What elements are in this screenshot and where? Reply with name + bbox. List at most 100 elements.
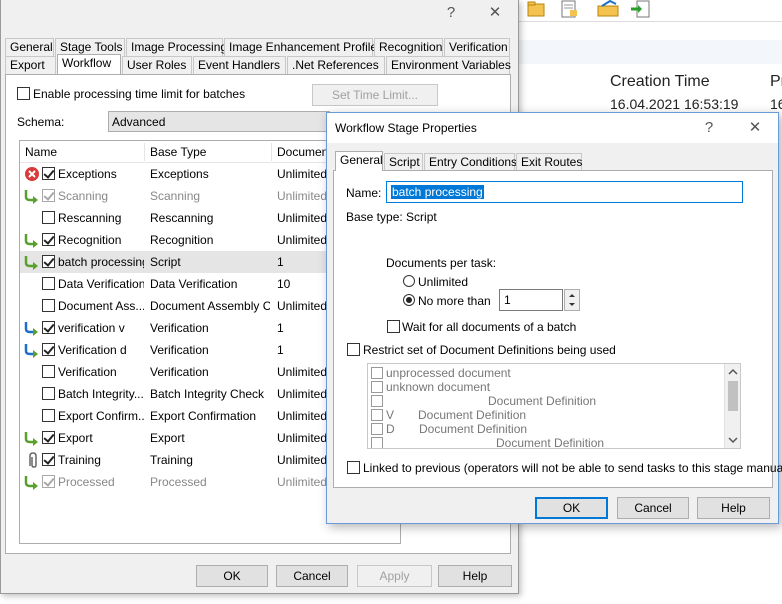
help-title-button[interactable]: ? [699,119,719,137]
definition-type: Document Definition [496,436,605,449]
stage-base-type: Verification [150,321,209,335]
set-time-limit-button[interactable]: Set Time Limit... [312,84,438,106]
help-button[interactable]: Help [438,565,512,587]
stage-enabled-checkbox[interactable] [42,233,55,246]
stage-name: Training [58,453,101,467]
definition-checkbox[interactable] [371,409,383,421]
stage-enabled-checkbox[interactable] [42,255,55,268]
column-header-truncated[interactable]: Pr [770,73,782,91]
stage-enabled-checkbox[interactable] [42,431,55,444]
stage-enabled-checkbox[interactable] [42,321,55,334]
cell-creation-time: 16.04.2021 16:53:19 [610,96,739,112]
no-more-than-input[interactable]: 1 [499,289,563,311]
stage-enabled-checkbox[interactable] [42,211,55,224]
linked-to-previous-checkbox[interactable] [347,461,360,474]
apply-button[interactable]: Apply [357,565,432,587]
background-toolbar [518,0,782,22]
definition-name: unknown document [386,380,491,394]
tab-exit-routes[interactable]: Exit Routes [516,153,582,171]
stage-base-type: Processed [150,475,207,489]
tab-image-processing[interactable]: Image Processing [126,38,227,56]
column-separator[interactable] [271,143,272,161]
base-type-text: Base type: Script [346,210,437,224]
close-title-button[interactable]: ✕ [485,4,505,22]
tab-general[interactable]: General [5,38,54,56]
definition-checkbox[interactable] [371,423,383,435]
stage-enabled-checkbox[interactable] [42,453,55,466]
schema-label: Schema: [17,115,65,129]
stage-enabled-checkbox[interactable] [42,277,55,290]
stage-name: Document Ass... [58,299,144,313]
stage-documents: Unlimited [277,387,328,401]
folder-open-icon[interactable] [526,0,548,18]
stage-base-type: Scanning [150,189,201,203]
wait-all-checkbox[interactable] [387,320,400,333]
definition-checkbox[interactable] [371,437,383,448]
no-more-than-radio[interactable] [403,294,415,306]
tab-general[interactable]: General [335,151,383,171]
stage-enabled-checkbox[interactable] [42,365,55,378]
unlimited-radio[interactable] [403,275,415,287]
tab-net-references[interactable]: .Net References [287,56,385,74]
tab-recognition[interactable]: Recognition [374,38,443,56]
name-label: Name: [346,186,382,200]
stage-dialog-titlebar[interactable]: Workflow Stage Properties ? ✕ [327,113,778,143]
tab-entry-conditions[interactable]: Entry Conditions [424,153,517,171]
route-arrow-blue-icon [24,342,40,358]
close-title-button[interactable]: ✕ [745,119,765,137]
name-input[interactable]: batch processing [386,181,743,203]
column-separator[interactable] [144,143,145,161]
ok-button[interactable]: OK [196,565,268,587]
no-more-than-stepper[interactable] [564,289,580,311]
definition-checkbox[interactable] [371,395,383,407]
stage-enabled-checkbox[interactable] [42,475,55,488]
restrict-definitions-checkbox[interactable] [347,343,360,356]
document-definitions-list[interactable]: unprocessed document unknown document Docu… [367,363,741,449]
tab-script[interactable]: Script [384,153,423,171]
stage-documents: Unlimited [277,453,328,467]
definition-checkbox[interactable] [371,367,383,379]
tab-verification[interactable]: Verification [444,38,510,56]
paperclip-icon [24,452,40,468]
stage-base-type: Script [150,255,181,269]
tab-export[interactable]: Export [5,56,56,74]
stage-enabled-checkbox[interactable] [42,299,55,312]
stage-enabled-checkbox[interactable] [42,189,55,202]
stage-enabled-checkbox[interactable] [42,409,55,422]
export-folder-icon[interactable] [596,0,619,18]
import-document-icon[interactable] [630,0,652,18]
enable-time-limit-label: Enable processing time limit for batches [33,87,246,101]
stage-ok-button[interactable]: OK [535,497,608,519]
tab-event-handlers[interactable]: Event Handlers [193,56,286,74]
stage-enabled-checkbox[interactable] [42,343,55,356]
tab-workflow[interactable]: Workflow [57,54,121,74]
stage-name: Exceptions [58,167,117,181]
stage-name: Rescanning [58,211,122,225]
stage-documents: Unlimited [277,189,328,203]
stage-help-button[interactable]: Help [697,497,770,519]
stage-cancel-button[interactable]: Cancel [617,497,689,519]
route-arrow-icon [24,254,40,270]
column-header-name[interactable]: Name [25,145,57,159]
stage-name: Verification d [58,343,127,357]
stage-enabled-checkbox[interactable] [42,387,55,400]
no-more-than-input-value: 1 [504,293,511,307]
schema-select-value: Advanced [112,115,166,129]
document-icon[interactable] [558,0,580,18]
tab-user-roles[interactable]: User Roles [122,56,192,74]
enable-time-limit-checkbox[interactable] [17,87,30,100]
linked-to-previous-label: Linked to previous (operators will not b… [363,461,782,475]
column-header-creation-time[interactable]: Creation Time [610,73,710,91]
schema-select[interactable]: Advanced [108,111,330,132]
stage-name: Batch Integrity... [58,387,144,401]
cancel-button[interactable]: Cancel [276,565,348,587]
column-header-base-type[interactable]: Base Type [150,145,206,159]
definition-type: Document Definition [488,394,597,408]
stage-enabled-checkbox[interactable] [42,167,55,180]
definitions-scrollbar[interactable] [724,364,740,448]
tab-image-enhancement-profiles[interactable]: Image Enhancement Profiles [224,38,383,56]
tab-environment-variables[interactable]: Environment Variables [386,56,511,74]
restrict-definitions-label: Restrict set of Document Definitions bei… [363,343,616,357]
definition-checkbox[interactable] [371,381,383,393]
help-title-button[interactable]: ? [441,4,461,22]
